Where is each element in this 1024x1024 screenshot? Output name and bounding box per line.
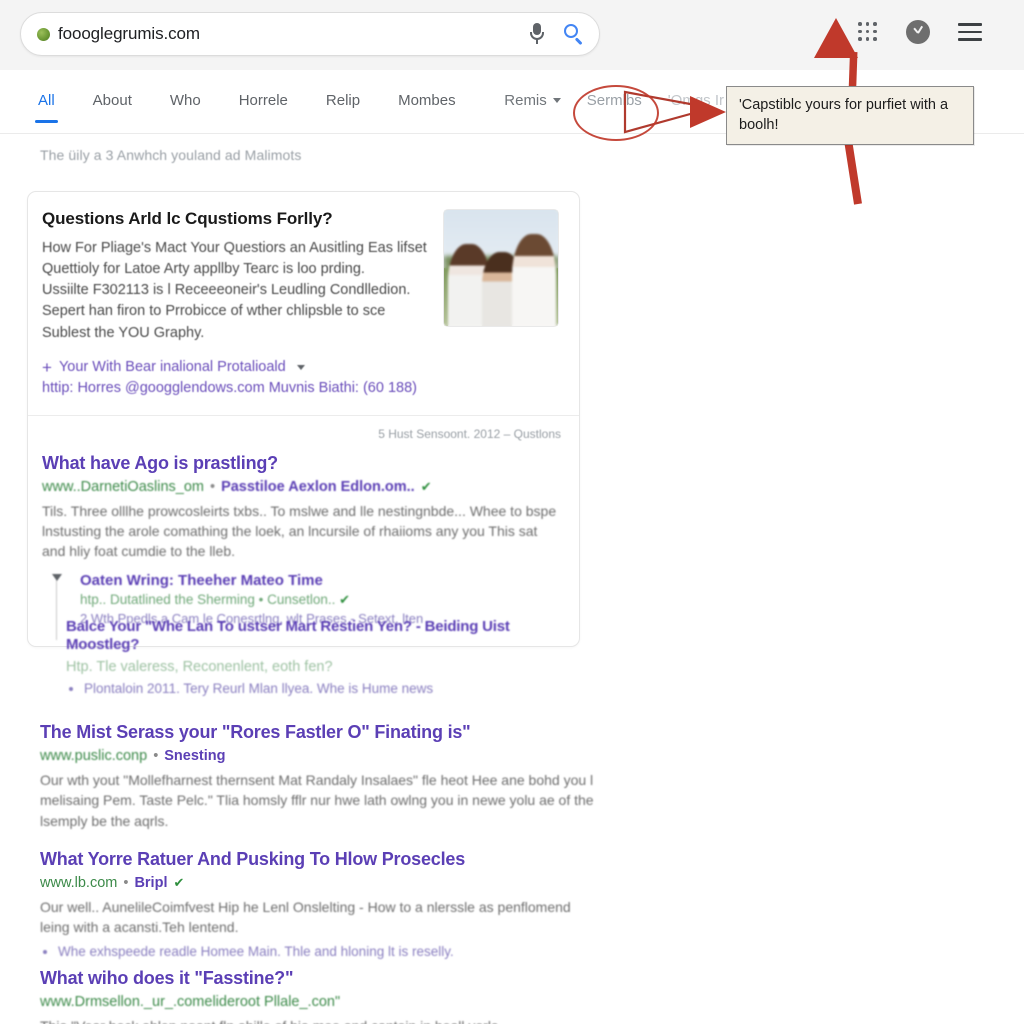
search-results-page: foooglegrumis.com All About Who Horrele … [0,0,1024,1024]
annotation-circle [573,85,659,141]
annotation-arrows [623,18,862,205]
annotation-callout: 'Capstiblc yours for purfiet with a bool… [726,86,974,146]
